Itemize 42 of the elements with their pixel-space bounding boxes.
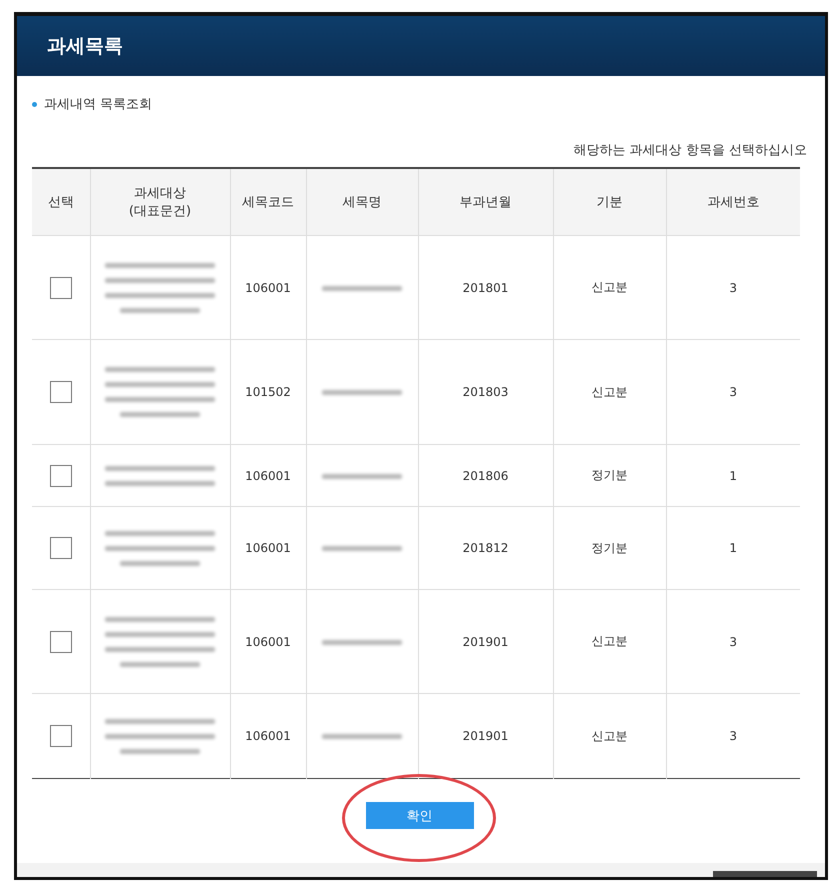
table-cell: 201812	[462, 541, 508, 555]
column-header: 부과년월	[418, 168, 553, 236]
table-cell: 3	[729, 385, 738, 399]
table-cell: 106001	[245, 541, 291, 555]
column-header: 과세번호	[666, 168, 800, 236]
column-header: 과세대상 (대표문건)	[90, 168, 230, 236]
table-cell: 3	[729, 280, 738, 294]
column-header: 선택	[32, 168, 90, 236]
table-cell: 201801	[462, 280, 508, 294]
window-title: 과세목록	[17, 16, 825, 76]
bullet-icon	[32, 102, 37, 106]
table-cell: 106001	[245, 280, 291, 294]
table-cell: 201901	[462, 729, 508, 743]
table-cell: 신고분	[592, 728, 628, 742]
row-checkbox[interactable]	[50, 725, 72, 747]
instruction-text: 해당하는 과세대상 항목을 선택하십시오	[574, 143, 807, 158]
table-cell: 201806	[462, 468, 508, 482]
section-title: 과세내역 목록조회	[44, 96, 152, 113]
column-header: 세목명	[306, 168, 418, 236]
column-header: 세목코드	[230, 168, 306, 236]
table-cell: 신고분	[592, 280, 628, 294]
table-cell: 1	[729, 468, 738, 482]
row-checkbox[interactable]	[50, 464, 72, 486]
table-cell: 101502	[245, 385, 291, 399]
table-cell: 3	[729, 634, 738, 648]
row-checkbox[interactable]	[50, 381, 72, 403]
confirm-button[interactable]: 확인	[366, 802, 474, 829]
column-header: 기분	[553, 168, 666, 236]
table-cell: 201901	[462, 634, 508, 648]
table-cell: 106001	[245, 729, 291, 743]
table-cell: 201803	[462, 385, 508, 399]
table-cell: 106001	[245, 634, 291, 648]
row-checkbox[interactable]	[50, 630, 72, 652]
row-checkbox[interactable]	[50, 537, 72, 559]
table-cell: 신고분	[592, 634, 628, 648]
table-cell: 3	[729, 729, 738, 743]
table-cell: 신고분	[592, 384, 628, 398]
table-cell: 정기분	[592, 468, 628, 482]
row-checkbox[interactable]	[50, 276, 72, 298]
table-cell: 정기분	[592, 540, 628, 554]
table-cell: 106001	[245, 468, 291, 482]
table-cell: 1	[729, 541, 738, 555]
